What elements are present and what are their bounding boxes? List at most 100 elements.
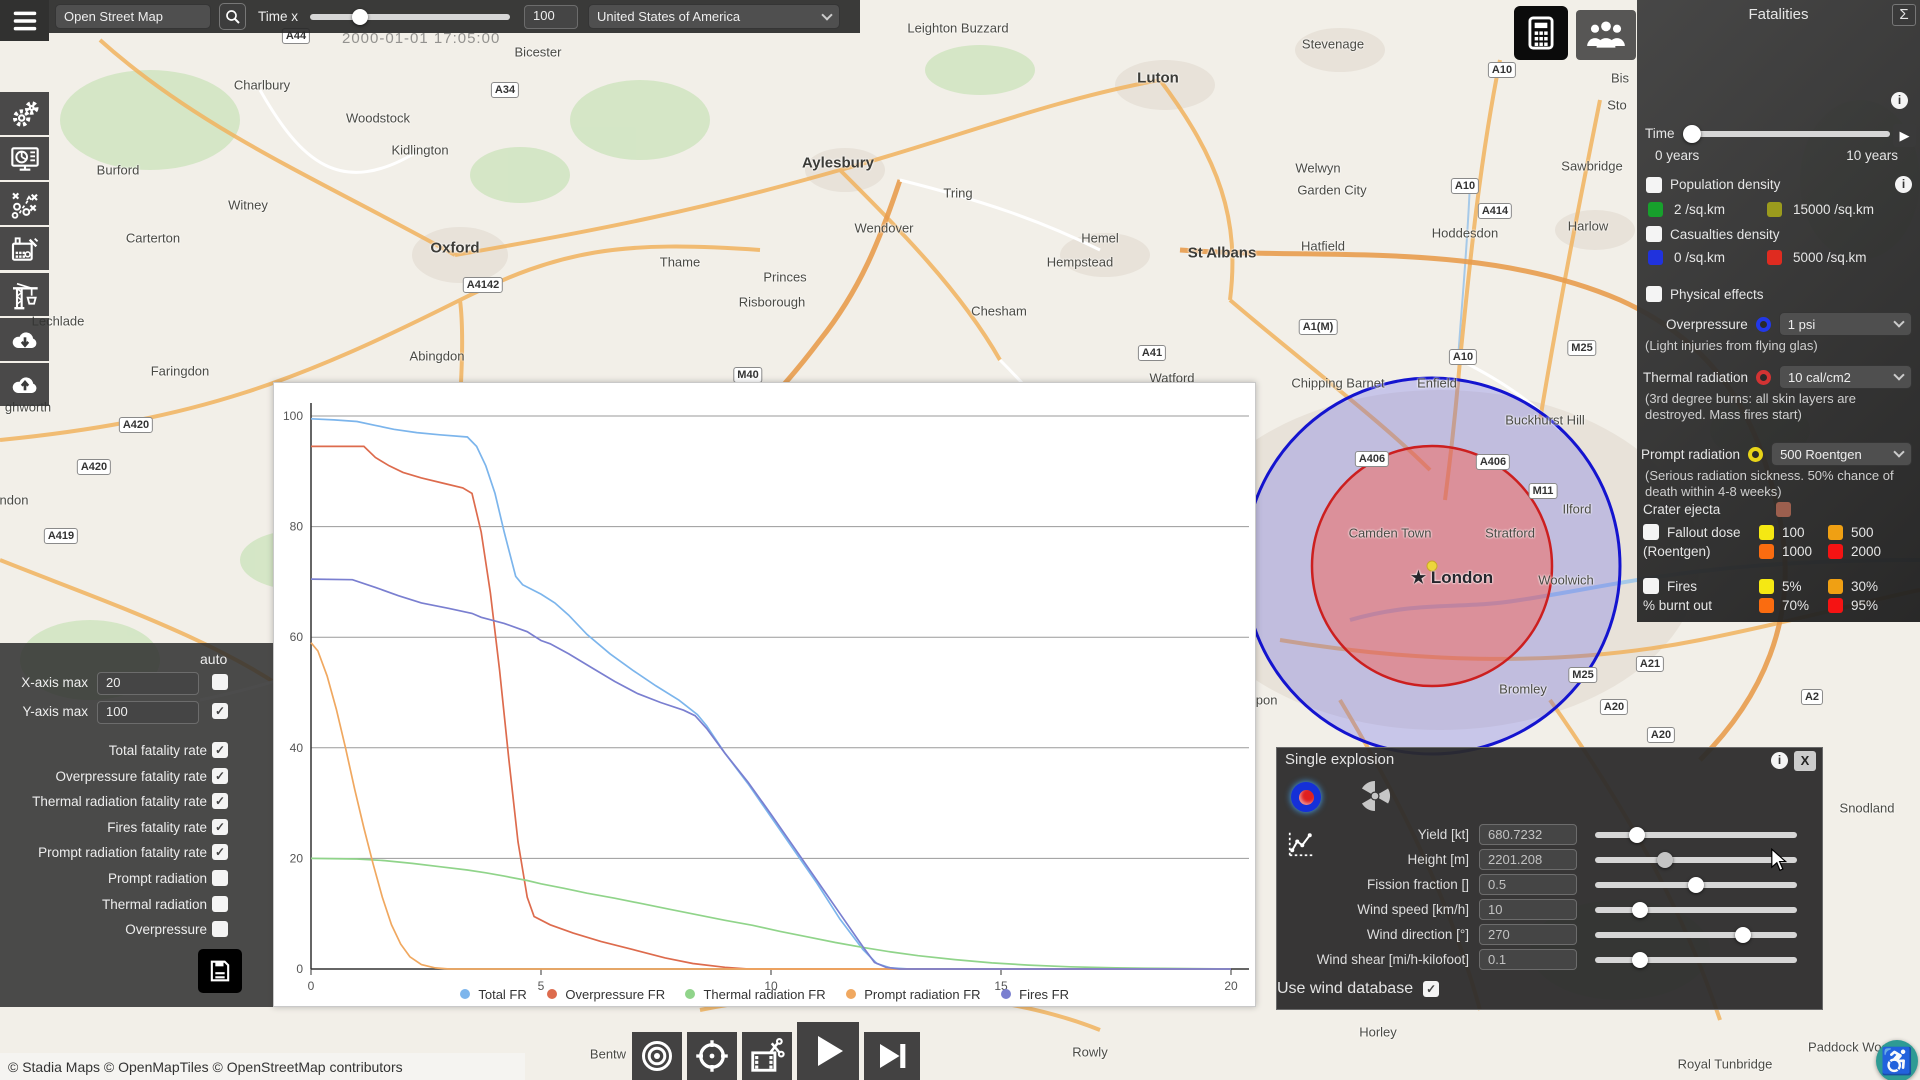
parameter-value[interactable]: 0.1 [1479, 949, 1577, 970]
radiation-icon[interactable] [1357, 778, 1393, 814]
legend-item[interactable]: Total FR [459, 987, 527, 1002]
play-icon [818, 1036, 843, 1066]
country-select[interactable]: United States of America [588, 4, 840, 29]
axis-auto-checkbox[interactable] [212, 674, 228, 690]
time-multiplier-slider[interactable] [310, 8, 510, 25]
sidebar-tool-strategy[interactable] [0, 182, 49, 225]
accessibility-button[interactable]: ♿ [1876, 1040, 1918, 1080]
detonation-point[interactable] [1426, 560, 1438, 572]
parameter-label: Wind shear [mi/h-kilofoot] [1316, 952, 1469, 967]
time-multiplier-slider-handle[interactable] [352, 8, 368, 25]
effect-note: (Serious radiation sickness. 50% chance … [1645, 468, 1894, 499]
parameter-slider-handle[interactable] [1632, 901, 1649, 918]
play-time-button[interactable]: ▶ [1893, 124, 1916, 147]
crosshair-button[interactable] [687, 1032, 737, 1080]
sidebar-tool-contract-fax[interactable] [0, 227, 49, 270]
svg-text:100: 100 [283, 409, 303, 423]
parameter-slider-handle[interactable] [1656, 851, 1673, 868]
series-toggle-checkbox[interactable]: ✓ [212, 742, 228, 758]
road-shield: A4142 [462, 277, 504, 293]
series-toggle-checkbox[interactable]: ✓ [212, 793, 228, 810]
bullseye-icon [642, 1041, 672, 1071]
parameter-label: Wind speed [km/h] [1357, 902, 1469, 917]
time-multiplier-value[interactable]: 100 [524, 4, 578, 29]
sidebar-tool-settings-gears[interactable] [0, 92, 49, 135]
calculator-icon [1528, 16, 1554, 50]
axis-max-input[interactable]: 20 [97, 672, 199, 695]
axis-max-input[interactable]: 100 [97, 701, 199, 724]
parameter-slider[interactable] [1595, 876, 1797, 893]
series-toggle-label: Thermal radiation fatality rate [32, 794, 207, 810]
legend-item[interactable]: Thermal radiation FR [685, 987, 826, 1002]
parameter-slider[interactable] [1595, 901, 1797, 918]
casualties-density-checkbox[interactable] [1646, 226, 1662, 242]
use-wind-database-checkbox[interactable]: ✓ [1423, 981, 1440, 997]
parameter-slider[interactable] [1595, 951, 1797, 968]
map-attribution[interactable]: © Stadia Maps © OpenMapTiles © OpenStree… [0, 1053, 525, 1080]
parameter-value[interactable]: 10 [1479, 899, 1577, 920]
sidebar-tool-cloud-download[interactable] [0, 318, 49, 361]
parameter-slider[interactable] [1595, 826, 1797, 843]
parameter-slider[interactable] [1595, 851, 1797, 868]
skip-to-end-button[interactable] [864, 1032, 920, 1080]
sidebar-tool-crane[interactable] [0, 273, 49, 316]
map-style-select[interactable]: Open Street Map [55, 4, 211, 29]
fallout-dose-checkbox[interactable] [1643, 524, 1659, 540]
parameter-value[interactable]: 2201.208 [1479, 849, 1577, 870]
parameter-value[interactable]: 680.7232 [1479, 824, 1577, 845]
effect-label: Prompt radiation [1641, 446, 1741, 462]
fatalities-time-slider-handle[interactable] [1682, 124, 1701, 143]
series-toggle-checkbox[interactable]: ✓ [212, 767, 228, 784]
play-button[interactable] [797, 1022, 859, 1080]
search-button[interactable] [219, 3, 246, 30]
road-shield: A419 [43, 528, 79, 544]
sum-button[interactable]: Σ [1892, 4, 1916, 26]
sidebar-tool-cloud-upload[interactable] [0, 363, 49, 406]
legend-item[interactable]: Overpressure FR [546, 987, 665, 1002]
parameter-slider-handle[interactable] [1632, 951, 1649, 968]
series-toggle-checkbox[interactable] [212, 870, 228, 886]
info-icon[interactable]: i [1895, 176, 1912, 193]
video-cut-icon [751, 1038, 785, 1072]
save-chart-button[interactable] [198, 949, 242, 993]
parameter-slider-handle[interactable] [1629, 826, 1646, 843]
time-max-label: 10 years [1846, 148, 1898, 163]
population-tool-button[interactable] [1576, 10, 1636, 60]
road-shield: A1(M) [1298, 319, 1338, 335]
axis-auto-checkbox[interactable]: ✓ [212, 703, 228, 719]
group-label: Fires [1667, 578, 1697, 594]
swatch-label: 0 /sq.km [1674, 250, 1726, 265]
parameter-row: Height [m] 2201.208 [1277, 847, 1813, 872]
series-toggle-checkbox[interactable] [212, 921, 228, 938]
main-menu-button[interactable] [0, 0, 49, 41]
close-button[interactable]: X [1794, 751, 1816, 771]
effect-ring-swatch [1755, 316, 1771, 332]
bullseye-button[interactable] [632, 1032, 682, 1080]
swatch-label: 2 /sq.km [1674, 202, 1726, 217]
series-toggle-checkbox[interactable]: ✓ [212, 818, 228, 835]
effect-threshold-select[interactable]: 1 psi [1778, 312, 1912, 336]
info-icon[interactable]: i [1891, 92, 1908, 109]
detonation-target-icon[interactable] [1291, 782, 1321, 812]
series-toggle-checkbox[interactable]: ✓ [212, 844, 228, 861]
population-density-checkbox[interactable] [1646, 176, 1662, 193]
parameter-slider-handle[interactable] [1688, 876, 1704, 893]
calculator-tool-button[interactable] [1514, 6, 1568, 60]
effect-threshold-select[interactable]: 10 cal/cm2 [1779, 365, 1912, 389]
effect-threshold-select[interactable]: 500 Roentgen [1771, 442, 1912, 466]
legend-item[interactable]: Prompt radiation FR [845, 987, 981, 1002]
series-toggle-checkbox[interactable] [212, 895, 228, 912]
parameter-value[interactable]: 0.5 [1479, 874, 1577, 895]
sidebar-tool-charts-monitor[interactable] [0, 137, 49, 180]
parameter-slider[interactable] [1595, 926, 1797, 943]
physical-effects-checkbox[interactable] [1646, 286, 1662, 302]
legend-item[interactable]: Fires FR [1000, 987, 1069, 1002]
video-cut-button[interactable] [742, 1032, 792, 1080]
parameter-value[interactable]: 270 [1479, 924, 1577, 945]
fires-checkbox[interactable] [1643, 578, 1659, 594]
fatalities-time-slider[interactable] [1682, 124, 1890, 143]
info-icon[interactable]: i [1771, 752, 1788, 769]
panel-title: Single explosion [1285, 751, 1395, 768]
parameter-slider-handle[interactable] [1735, 926, 1752, 943]
fatality-rate-chart: 0 20 40 60 80 100 0 5 10 15 20 [283, 403, 1249, 993]
